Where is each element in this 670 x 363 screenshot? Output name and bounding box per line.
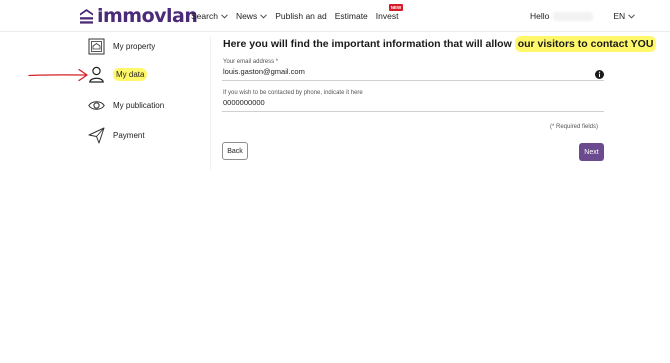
user-greeting[interactable]: Hello: [530, 11, 549, 21]
new-badge: NEW: [388, 4, 404, 11]
required-fields-note: (* Required fields): [550, 124, 599, 130]
sidebar-item-label: My property: [113, 42, 156, 51]
nav-news-label: News: [235, 11, 258, 21]
sidebar-item-my-data[interactable]: My data: [88, 66, 148, 83]
sidebar-item-label: My data: [113, 68, 148, 81]
nav-estimate-label: Estimate: [334, 11, 368, 21]
chevron-down-icon: [260, 13, 268, 19]
nav-estimate[interactable]: Estimate: [335, 11, 368, 21]
phone-field-label: If you wish to be contacted by phone, in…: [223, 90, 363, 96]
sidebar-item-my-property[interactable]: My property: [88, 38, 155, 55]
language-selector[interactable]: EN: [613, 11, 636, 21]
nav-invest[interactable]: Invest NEW: [375, 4, 404, 21]
sidebar-item-payment[interactable]: Payment: [88, 127, 145, 144]
email-field-label: Your email address *: [223, 59, 279, 65]
nav-invest-label: Invest: [375, 11, 399, 21]
back-button[interactable]: Back: [222, 142, 248, 160]
sidebar-divider: [210, 36, 211, 170]
phone-field-underline: [222, 111, 604, 112]
nav-search[interactable]: Search: [191, 11, 228, 21]
sidebar-item-my-publication[interactable]: My publication: [88, 97, 164, 114]
send-icon: [88, 127, 105, 144]
property-icon: [88, 38, 105, 55]
language-label: EN: [613, 11, 626, 21]
chevron-down-icon: [628, 13, 636, 19]
email-field[interactable]: louis.gaston@gmail.com: [223, 67, 305, 76]
nav-publish-an-ad[interactable]: Publish an ad: [275, 11, 327, 21]
sidebar-item-label: Payment: [113, 131, 145, 140]
sidebar-item-label: My publication: [113, 101, 165, 110]
page-title-text: Here you will find the important informa…: [223, 38, 515, 50]
nav-news[interactable]: News: [235, 11, 268, 21]
page-title-highlight: our visitors to contact YOU: [514, 36, 657, 52]
main-nav: Search News Publish an ad Estimate Inves…: [191, 4, 406, 21]
logo-text: immovlan: [97, 5, 198, 27]
top-header: immovlan Search News Publish an ad Estim…: [0, 0, 670, 32]
user-icon: [89, 66, 104, 83]
user-name-redacted: [553, 11, 594, 21]
house-logo-icon: [80, 8, 93, 24]
email-field-underline: [222, 80, 604, 81]
immovlan-logo[interactable]: immovlan: [80, 5, 198, 27]
header-right: Hello EN: [530, 11, 636, 21]
chevron-down-icon: [221, 13, 228, 19]
eye-icon: [88, 101, 105, 110]
page-title: Here you will find the important informa…: [223, 36, 657, 52]
nav-publish-label: Publish an ad: [275, 11, 327, 21]
next-button[interactable]: Next: [579, 143, 604, 161]
nav-search-label: Search: [191, 11, 218, 21]
phone-field[interactable]: 0000000000: [223, 98, 265, 107]
info-icon[interactable]: [595, 70, 604, 79]
annotation-arrow-icon: [28, 68, 88, 82]
